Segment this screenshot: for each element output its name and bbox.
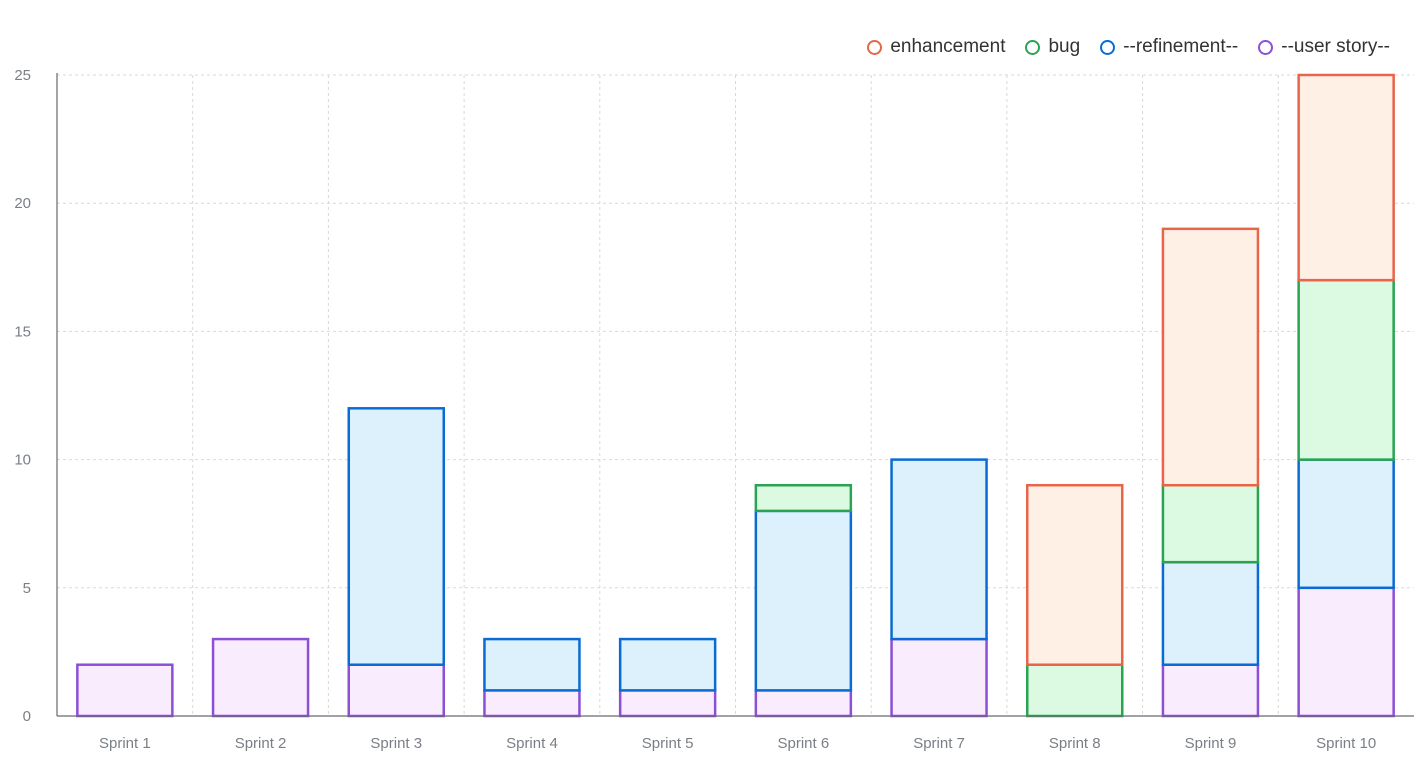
bar-segment-user-story <box>1161 663 1260 718</box>
bar-segment-refinement <box>618 637 717 692</box>
bar-segment-enhancement <box>1026 483 1124 666</box>
bar-segment-user-story <box>890 637 988 718</box>
x-tick-label: Sprint 10 <box>1316 735 1376 752</box>
bar-segment-user-story <box>1297 586 1395 718</box>
y-tick-label: 20 <box>14 195 31 212</box>
y-tick-label: 5 <box>23 580 31 597</box>
y-tick-label: 15 <box>14 323 31 340</box>
bar-segment-refinement <box>1297 458 1395 590</box>
bar-segment-user-story <box>754 689 853 718</box>
x-tick-label: Sprint 8 <box>1049 735 1101 752</box>
bar-segment-enhancement <box>1161 227 1260 487</box>
bar-segment-bug <box>1297 278 1395 461</box>
x-tick-label: Sprint 1 <box>99 735 151 752</box>
bar-segment-refinement <box>890 458 988 641</box>
y-tick-label: 10 <box>14 452 31 469</box>
bar-segment-user-story <box>76 663 174 718</box>
y-tick-label: 25 <box>14 67 31 84</box>
bar-segment-enhancement <box>1297 73 1395 282</box>
bar-segment-refinement <box>347 407 445 666</box>
bar-segment-user-story <box>483 689 581 718</box>
bar-segment-refinement <box>1161 560 1260 666</box>
bar-segment-refinement <box>483 637 581 692</box>
x-tick-label: Sprint 7 <box>913 735 965 752</box>
x-tick-label: Sprint 3 <box>370 735 422 752</box>
x-tick-label: Sprint 9 <box>1185 735 1237 752</box>
y-tick-label: 0 <box>23 708 31 725</box>
x-tick-label: Sprint 6 <box>777 735 829 752</box>
bar-segment-user-story <box>618 689 717 718</box>
bar-segment-refinement <box>754 509 853 692</box>
bar-segment-user-story <box>347 663 445 718</box>
x-tick-label: Sprint 4 <box>506 735 558 752</box>
x-tick-label: Sprint 5 <box>642 735 694 752</box>
bar-segment-bug <box>1161 483 1260 564</box>
bar-segment-bug <box>1026 663 1124 718</box>
x-tick-label: Sprint 2 <box>235 735 287 752</box>
bar-segment-user-story <box>211 637 310 718</box>
bar-segment-bug <box>754 483 853 513</box>
stacked-bar-chart: 0 5 10 15 20 25 Sprint 1 Sprint 2 Sprint 3 Sprint… <box>14 67 1414 752</box>
